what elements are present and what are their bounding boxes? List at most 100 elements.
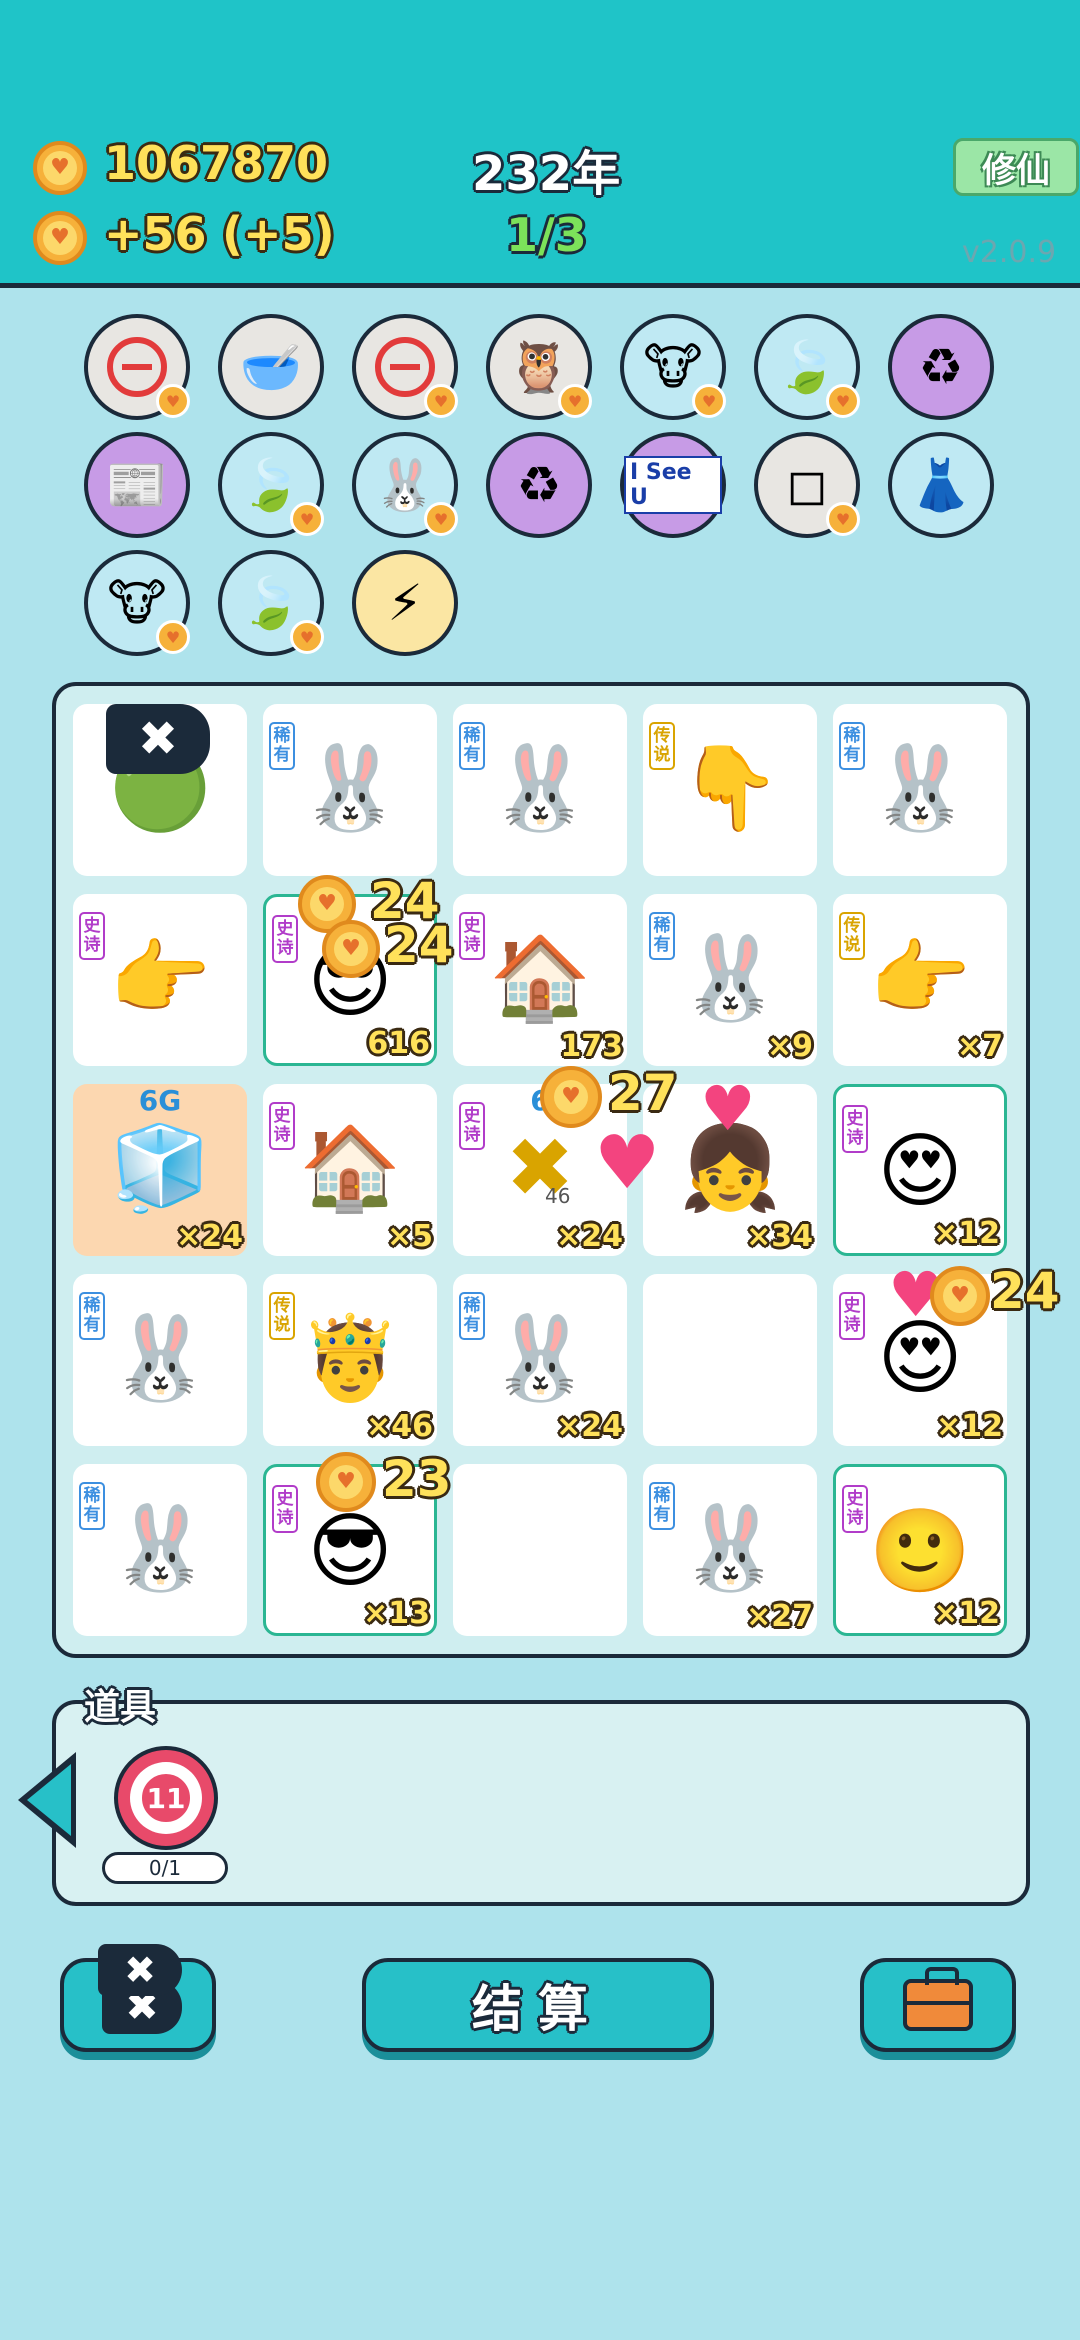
- rarity-tag: 稀有: [269, 722, 295, 770]
- year-counter: 232年: [472, 146, 621, 202]
- no-entry-icon[interactable]: ♥: [84, 314, 190, 420]
- rarity-tag: 稀有: [839, 722, 865, 770]
- coin-badge-icon: ♥: [826, 384, 860, 418]
- heart-icon: ♥: [594, 1120, 661, 1206]
- sugar-cubes-icon[interactable]: ◻ ♥: [754, 432, 860, 538]
- remove-item-button[interactable]: ✖: [106, 704, 210, 774]
- slot-cell[interactable]: 🏠 史诗 173: [453, 894, 627, 1066]
- rabbit-icon[interactable]: 🐰 ♥: [352, 432, 458, 538]
- rarity-tag: 史诗: [842, 1485, 868, 1533]
- owl-glasses-icon[interactable]: 🦉 ♥: [486, 314, 592, 420]
- rarity-tag: 稀有: [649, 1482, 675, 1530]
- remove-badge-icon: ✖: [98, 1944, 182, 1996]
- cell-count: ×46: [366, 1409, 433, 1444]
- slot-cell[interactable]: 😍 史诗 ×12: [833, 1084, 1007, 1256]
- time-magazine-icon[interactable]: 📰: [84, 432, 190, 538]
- income-amount: +56: [104, 207, 207, 261]
- leaf-icon[interactable]: 🍃 ♥: [218, 432, 324, 538]
- slot-cell[interactable]: [643, 1274, 817, 1446]
- recycle-icon[interactable]: ♻: [888, 314, 994, 420]
- cell-count: 616: [367, 1026, 430, 1061]
- score-popup-c: 27: [608, 1064, 678, 1122]
- rarity-tag: 史诗: [272, 1485, 298, 1533]
- slot-cell[interactable]: 👉 传说 ×7: [833, 894, 1007, 1066]
- slot-cell[interactable]: 👉 史诗: [73, 894, 247, 1066]
- cell-count: ×12: [933, 1216, 1000, 1251]
- cell-mini-count: 46: [545, 1184, 571, 1208]
- cow-pair-icon[interactable]: 🐮 ♥: [84, 550, 190, 656]
- inventory-button[interactable]: [860, 1958, 1016, 2052]
- coin-popup: ♥: [930, 1266, 990, 1326]
- slot-cell[interactable]: 🐰 稀有 ×24: [453, 1274, 627, 1446]
- cell-count: 173: [560, 1029, 623, 1064]
- cell-count: ×5: [386, 1219, 433, 1254]
- cell-count: ×9: [766, 1029, 813, 1064]
- items-title: 道具: [84, 1687, 157, 1728]
- round-progress: 1/3: [506, 208, 587, 262]
- target-item-value: 11: [138, 1770, 194, 1826]
- cow-pair-icon[interactable]: 🐮 ♥: [620, 314, 726, 420]
- score-popup-b: 24: [384, 916, 454, 974]
- slot-cell[interactable]: 🐰 稀有: [453, 704, 627, 876]
- cell-count: ×24: [556, 1409, 623, 1444]
- version-label: v2.0.9: [962, 235, 1057, 270]
- no-entry-icon[interactable]: ♥: [352, 314, 458, 420]
- coin-badge-icon: ♥: [424, 384, 458, 418]
- settle-button[interactable]: 结算: [362, 1958, 714, 2052]
- coin-badge-icon: ♥: [156, 620, 190, 654]
- gold-amount: 1067870: [104, 136, 329, 190]
- slot-cell[interactable]: 🐰 稀有: [263, 704, 437, 876]
- lightning-icon[interactable]: ⚡: [352, 550, 458, 656]
- prev-arrow-fill[interactable]: [27, 1764, 71, 1836]
- cell-count: ×24: [176, 1219, 243, 1254]
- rarity-tag: 史诗: [79, 912, 105, 960]
- cell-count: ×7: [956, 1029, 1003, 1064]
- slot-cell[interactable]: 🧊 6G ×24: [73, 1084, 247, 1256]
- income-coin-icon: ♥: [33, 211, 87, 265]
- slot-cell[interactable]: 🐰 稀有 ×27: [643, 1464, 817, 1636]
- leaf-icon[interactable]: 🍃 ♥: [218, 550, 324, 656]
- rarity-tag: 史诗: [272, 915, 298, 963]
- briefcase-icon: [903, 1967, 973, 2031]
- slot-cell[interactable]: 🐰 稀有: [833, 704, 1007, 876]
- slot-cell[interactable]: [453, 1464, 627, 1636]
- recycle-icon[interactable]: ♻: [486, 432, 592, 538]
- score-popup-d: 24: [990, 1262, 1060, 1320]
- rarity-tag: 史诗: [842, 1105, 868, 1153]
- target-item[interactable]: 11: [114, 1746, 218, 1850]
- rarity-tag: 传说: [269, 1292, 295, 1340]
- slot-cell[interactable]: 🙂 史诗 ×12: [833, 1464, 1007, 1636]
- target-item-usage: 0/1: [102, 1852, 228, 1884]
- rarity-tag: 史诗: [839, 1292, 865, 1340]
- slot-cell[interactable]: 🤴 传说 ×46: [263, 1274, 437, 1446]
- slot-cell[interactable]: 🐰 稀有: [73, 1274, 247, 1446]
- rarity-tag: 史诗: [269, 1102, 295, 1150]
- cell-count: ×34: [746, 1219, 813, 1254]
- coin-popup: ♥: [322, 920, 380, 978]
- cell-count: ×12: [933, 1596, 1000, 1631]
- cultivation-mode-button[interactable]: 修仙: [953, 138, 1079, 196]
- rarity-tag: 稀有: [79, 1292, 105, 1340]
- i-see-u-card-icon[interactable]: I See U: [620, 432, 726, 538]
- coin-badge-icon: ♥: [692, 384, 726, 418]
- leaf-icon[interactable]: 🍃 ♥: [754, 314, 860, 420]
- coin-badge-icon: ♥: [156, 384, 190, 418]
- rarity-tag: 稀有: [649, 912, 675, 960]
- slot-cell[interactable]: 🐰 稀有 ×9: [643, 894, 817, 1066]
- dog-bowl-icon[interactable]: 🥣: [218, 314, 324, 420]
- score-popup-e: 23: [382, 1450, 452, 1508]
- cell-label: 6G: [138, 1084, 182, 1117]
- coin-badge-icon: ♥: [290, 502, 324, 536]
- slot-cell[interactable]: 🐰 稀有: [73, 1464, 247, 1636]
- slot-cell[interactable]: 👇 传说: [643, 704, 817, 876]
- cell-count: ×13: [363, 1596, 430, 1631]
- slot-cell[interactable]: 🏠 史诗 ×5: [263, 1084, 437, 1256]
- cell-count: ×27: [746, 1599, 813, 1634]
- cell-count: ×24: [556, 1219, 623, 1254]
- rarity-tag: 史诗: [459, 912, 485, 960]
- coin-popup: ♥: [540, 1066, 602, 1128]
- coin-badge-icon: ♥: [290, 620, 324, 654]
- skirt-icon[interactable]: 👗: [888, 432, 994, 538]
- coin-badge-icon: ♥: [826, 502, 860, 536]
- rarity-tag: 稀有: [459, 1292, 485, 1340]
